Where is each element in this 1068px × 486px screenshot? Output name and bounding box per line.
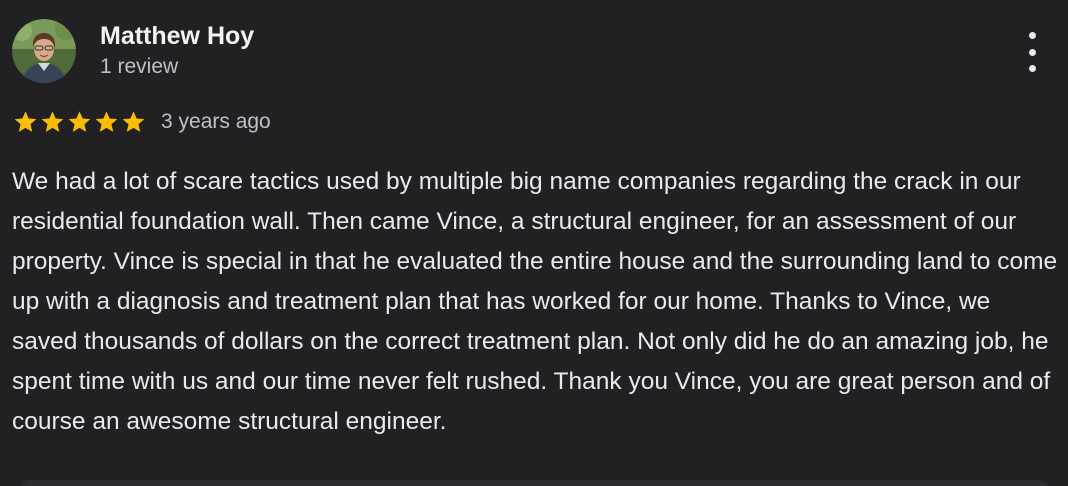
star-icon	[14, 111, 37, 132]
more-vert-icon-dot	[1028, 65, 1036, 72]
star-icon	[68, 111, 91, 132]
more-options-button[interactable]	[1020, 32, 1044, 72]
author-info: Matthew Hoy 1 review	[100, 22, 254, 81]
star-icon	[95, 111, 118, 132]
star-rating	[12, 109, 147, 135]
author-review-count: 1 review	[100, 54, 179, 78]
review-card: Matthew Hoy 1 review 3 years ago We had …	[0, 0, 1068, 486]
more-vert-icon	[1028, 32, 1036, 39]
author-name[interactable]: Matthew Hoy	[100, 20, 254, 52]
star-icon	[41, 111, 64, 132]
next-card-edge	[20, 480, 1048, 486]
review-header: Matthew Hoy 1 review	[12, 19, 254, 83]
avatar-image	[12, 19, 76, 83]
avatar[interactable]	[12, 19, 76, 83]
star-icon	[122, 111, 145, 132]
more-vert-icon-dot	[1028, 48, 1036, 56]
review-body: We had a lot of scare tactics used by mu…	[12, 168, 1058, 435]
review-date: 3 years ago	[161, 110, 271, 133]
rating-row: 3 years ago	[12, 107, 271, 137]
